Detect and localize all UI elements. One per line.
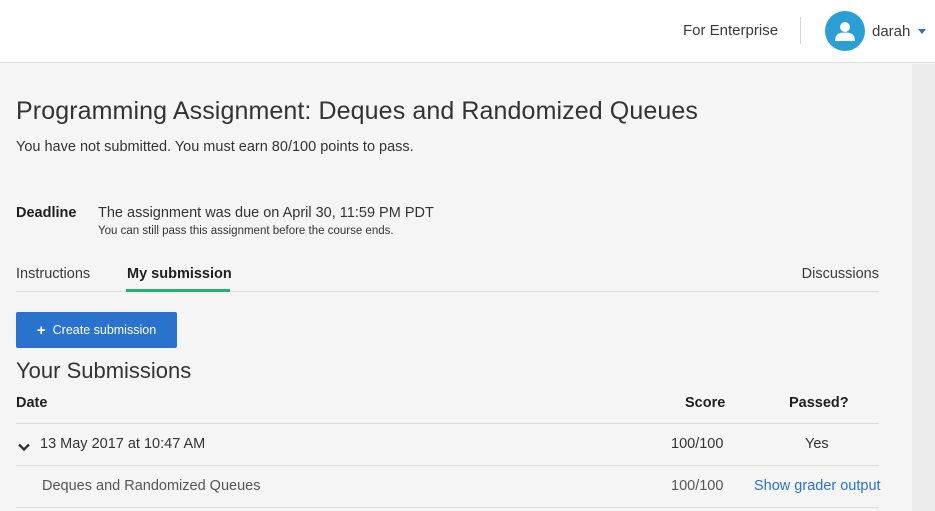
submissions-table: Date Score Passed? 13 May 2017 at 10:47 … <box>16 393 881 508</box>
assignment-tabs: Instructions My submission Discussions <box>16 258 879 292</box>
avatar[interactable] <box>825 11 865 51</box>
show-grader-output-link[interactable]: Show grader output <box>754 478 881 494</box>
scrollbar-track[interactable] <box>912 64 935 511</box>
submission-date: 13 May 2017 at 10:47 AM <box>40 436 206 452</box>
topbar-divider <box>800 17 801 44</box>
deadline-text: The assignment was due on April 30, 11:5… <box>98 205 434 221</box>
column-header-date: Date <box>16 395 48 411</box>
table-row: Deques and Randomized Queues 100/100 Sho… <box>16 466 881 508</box>
tab-my-submission[interactable]: My submission <box>127 266 232 282</box>
table-row[interactable]: 13 May 2017 at 10:47 AM 100/100 Yes <box>16 424 879 466</box>
submissions-section-title: Your Submissions <box>16 358 192 383</box>
tab-instructions[interactable]: Instructions <box>16 266 90 282</box>
column-header-passed: Passed? <box>789 395 849 411</box>
submission-part-score: 100/100 <box>671 478 724 494</box>
username[interactable]: darah <box>872 23 910 40</box>
table-header: Date Score Passed? <box>16 393 879 424</box>
create-submission-label: Create submission <box>52 323 157 337</box>
column-header-score: Score <box>685 395 726 411</box>
user-menu[interactable]: darah <box>825 11 927 51</box>
tab-discussions[interactable]: Discussions <box>802 266 879 282</box>
page-title: Programming Assignment: Deques and Rando… <box>16 97 698 125</box>
plus-icon: + <box>36 321 46 339</box>
submission-score: 100/100 <box>671 436 724 452</box>
submission-passed: Yes <box>805 436 829 452</box>
user-icon <box>834 20 856 42</box>
create-submission-button[interactable]: + Create submission <box>16 312 177 348</box>
top-navigation-bar: For Enterprise darah <box>0 0 935 63</box>
pass-requirement-text: You have not submitted. You must earn 80… <box>16 139 414 155</box>
chevron-down-icon[interactable] <box>18 440 30 456</box>
caret-down-icon[interactable] <box>918 28 927 34</box>
active-tab-indicator <box>126 289 230 292</box>
deadline-label: Deadline <box>16 205 77 221</box>
submission-part-name: Deques and Randomized Queues <box>42 478 261 494</box>
for-enterprise-link[interactable]: For Enterprise <box>683 22 778 39</box>
deadline-note: You can still pass this assignment befor… <box>98 225 394 237</box>
